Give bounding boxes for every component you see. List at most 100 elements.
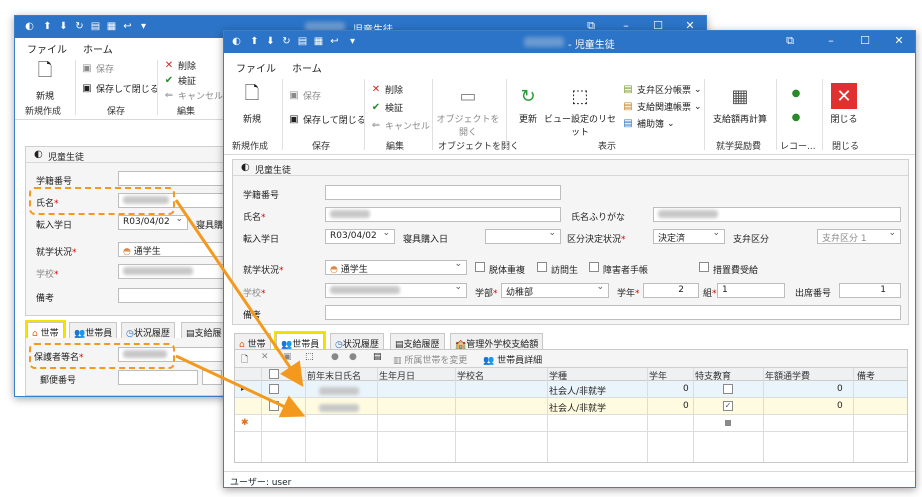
- callout-guardian: [29, 343, 175, 369]
- status-input[interactable]: ◓ 通学生: [118, 242, 238, 257]
- tab-history[interactable]: ◷状況履歴: [330, 333, 384, 350]
- open-object-button[interactable]: ▭ オブジェクトを開く: [436, 83, 500, 139]
- recalc-button[interactable]: ▦ 支給額再計算: [710, 83, 770, 126]
- remarks-input[interactable]: [325, 305, 901, 320]
- delete-icon: ✕: [164, 60, 174, 71]
- cell-special-checkbox[interactable]: [725, 420, 731, 426]
- minimize-icon[interactable]: –: [820, 34, 842, 50]
- entry-date-input[interactable]: R03/04/02: [325, 229, 395, 244]
- postal-input[interactable]: [118, 370, 198, 385]
- select-all-checkbox[interactable]: [269, 369, 279, 379]
- new-row-icon[interactable]: 🗋: [241, 352, 248, 368]
- customize-icon[interactable]: ▾: [137, 20, 150, 33]
- tab-external-payments[interactable]: 🏫管理外学校支給額: [450, 333, 544, 350]
- validate-button[interactable]: ✔ 検証: [163, 74, 196, 87]
- link-icon[interactable]: ⬚: [305, 352, 314, 362]
- tab-household[interactable]: ⌂ 世帯: [25, 320, 66, 340]
- save-close-icon: ▣: [82, 83, 92, 94]
- delete-button[interactable]: ✕ 削除: [163, 59, 196, 72]
- close-icon[interactable]: ✕: [888, 34, 910, 50]
- export-icon[interactable]: ▤: [373, 352, 382, 362]
- refresh-icon[interactable]: ↻: [73, 20, 86, 33]
- new-document-icon: 🗋: [37, 60, 53, 81]
- opt4-checkbox[interactable]: [699, 262, 709, 272]
- save-close-icon: ▣: [289, 114, 299, 125]
- view-reset-button[interactable]: ⬚ ビュー設定のリセット: [544, 83, 616, 139]
- student-no-input[interactable]: [118, 171, 238, 186]
- menu-file[interactable]: ファイル: [236, 60, 276, 75]
- cell-special-checkbox[interactable]: [723, 384, 733, 394]
- grid-icon[interactable]: ▦: [312, 35, 325, 48]
- name-input[interactable]: [325, 207, 561, 222]
- table-row[interactable]: 社会人/非就学 0 ✓ 0: [235, 398, 907, 415]
- back-icon[interactable]: ↩: [328, 35, 341, 48]
- class-input[interactable]: 1: [717, 283, 785, 298]
- table-row[interactable]: ▶ 社会人/非就学 0 0: [235, 381, 907, 398]
- back-icon[interactable]: ↩: [121, 20, 134, 33]
- new-button[interactable]: 🗋 新規: [29, 60, 61, 102]
- payment-class-input[interactable]: 支弁区分 1: [817, 229, 901, 244]
- record-down-button[interactable]: ●: [790, 111, 802, 123]
- delete-row-icon[interactable]: ✕: [261, 352, 269, 362]
- school-input[interactable]: [118, 264, 238, 279]
- up-icon[interactable]: ⬆: [248, 35, 261, 48]
- cancel-button[interactable]: ⇐ キャンセル: [370, 119, 430, 132]
- save-row-icon[interactable]: ▣: [283, 352, 292, 362]
- row-checkbox[interactable]: [269, 401, 279, 411]
- opt1-checkbox[interactable]: [475, 262, 485, 272]
- opt3-checkbox[interactable]: [589, 262, 599, 272]
- tab-members[interactable]: 👥世帯員: [69, 322, 118, 339]
- group-new: 新規作成: [25, 107, 62, 117]
- tab-history[interactable]: ◷状況履歴: [121, 322, 175, 339]
- copy-icon[interactable]: ▤: [89, 20, 102, 33]
- payment-related-button[interactable]: ▤ 支給関連帳票 ⌄: [622, 100, 701, 113]
- cancel-button[interactable]: ⇐ キャンセル: [163, 89, 223, 102]
- up-icon[interactable]: ⬆: [41, 20, 54, 33]
- copy-icon[interactable]: ▤: [296, 35, 309, 48]
- delete-button[interactable]: ✕ 削除: [370, 83, 403, 96]
- down-circle-icon[interactable]: ●: [349, 352, 357, 362]
- customize-icon[interactable]: ▾: [346, 35, 359, 48]
- decision-input[interactable]: 決定済: [653, 229, 725, 244]
- grid-icon[interactable]: ▦: [105, 20, 118, 33]
- down-icon[interactable]: ⬇: [264, 35, 277, 48]
- aux-book-button[interactable]: ▤ 補助簿 ⌄: [622, 117, 674, 130]
- dorm-input[interactable]: [485, 229, 561, 244]
- remarks-input[interactable]: [118, 288, 238, 303]
- school-input[interactable]: [325, 283, 467, 298]
- close-button[interactable]: ✕ 閉じる: [826, 83, 862, 125]
- restore-icon[interactable]: ⧉: [779, 34, 801, 50]
- tab-payments[interactable]: ▤支給履: [181, 322, 227, 339]
- refresh-button[interactable]: ↻ 更新: [514, 83, 542, 126]
- up-circle-icon[interactable]: ●: [331, 352, 339, 362]
- postal-input-2[interactable]: [202, 370, 222, 385]
- member-detail-button[interactable]: 👥 世帯員詳細: [483, 353, 542, 366]
- grade-input[interactable]: 2: [643, 283, 699, 298]
- record-up-button[interactable]: ●: [790, 87, 802, 99]
- validate-button[interactable]: ✔ 検証: [370, 101, 403, 114]
- tab-household[interactable]: ⌂ 世帯: [234, 333, 271, 350]
- seat-input[interactable]: 1: [839, 283, 901, 298]
- down-icon[interactable]: ⬇: [57, 20, 70, 33]
- name-kana-input[interactable]: [653, 207, 901, 222]
- save-button[interactable]: ▣ 保存: [81, 62, 114, 75]
- menu-file[interactable]: ファイル: [27, 41, 67, 56]
- save-close-button[interactable]: ▣ 保存して閉じる: [81, 82, 158, 95]
- row-checkbox[interactable]: [269, 384, 279, 394]
- cell-special-checkbox[interactable]: ✓: [723, 401, 733, 411]
- change-household-button[interactable]: ▥ 所属世帯を変更: [393, 353, 467, 366]
- tab-members[interactable]: 👥世帯員: [273, 331, 327, 351]
- status-input[interactable]: ◓ 通学生: [325, 260, 467, 275]
- tab-payments[interactable]: ▤支給履歴: [390, 333, 445, 350]
- new-button[interactable]: 🗋 新規: [236, 83, 268, 125]
- entry-date-input[interactable]: R03/04/02: [118, 215, 188, 230]
- student-no-input[interactable]: [325, 185, 561, 200]
- maximize-icon[interactable]: ☐: [854, 34, 876, 50]
- dept-input[interactable]: 幼稚部: [501, 283, 609, 298]
- refresh-icon[interactable]: ↻: [280, 35, 293, 48]
- new-row[interactable]: ✱: [235, 415, 907, 432]
- save-close-button[interactable]: ▣ 保存して閉じる: [288, 113, 365, 126]
- save-button[interactable]: ▣ 保存: [288, 89, 321, 102]
- payment-book-button[interactable]: ▤ 支弁区分帳票 ⌄: [622, 83, 701, 96]
- opt2-checkbox[interactable]: [537, 262, 547, 272]
